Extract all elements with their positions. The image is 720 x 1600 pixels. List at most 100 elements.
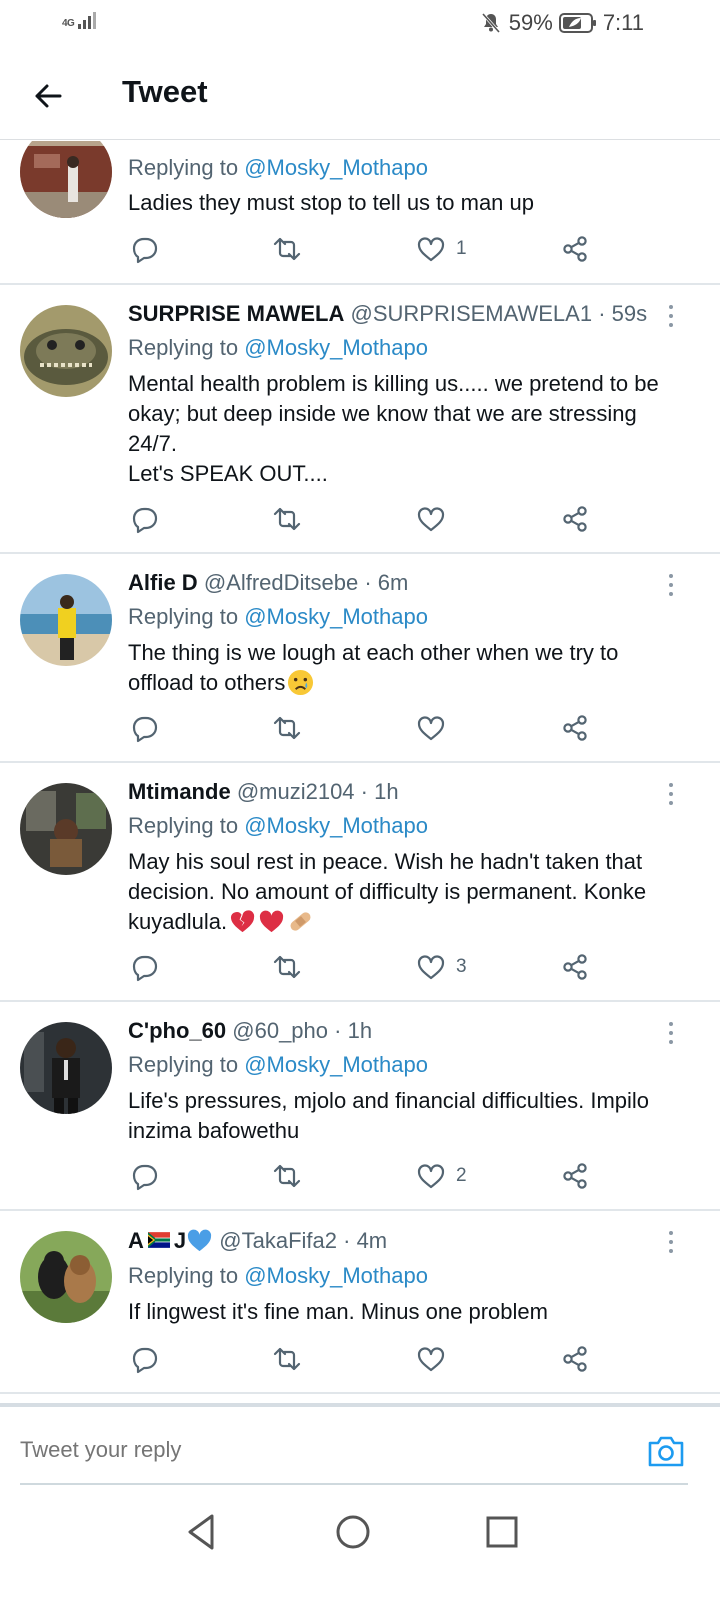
author-handle[interactable]: @SURPRISEMAWELA1 [350,301,592,326]
avatar[interactable] [20,783,112,875]
blue-heart-emoji [188,1229,212,1252]
tweet-actions: 2 [128,1158,608,1194]
reply-tweet[interactable]: SURPRISE MAWELA @SURPRISEMAWELA1 · 59s R… [0,285,720,554]
avatar[interactable] [20,1022,112,1114]
tweet-time[interactable]: 6m [378,570,409,595]
retweet-icon [273,237,301,261]
like-button[interactable]: 3 [416,949,467,985]
mention-link[interactable]: @Mosky_Mothapo [244,1263,428,1288]
author-handle[interactable]: @muzi2104 [237,779,355,804]
retweet-icon [273,955,301,979]
replying-to: Replying to @Mosky_Mothapo [128,1263,428,1289]
replies-list[interactable]: Replying to @Mosky_Mothapo Ladies they m… [0,141,720,1403]
avatar[interactable] [20,1231,112,1323]
mention-link[interactable]: @Mosky_Mothapo [244,813,428,838]
heart-icon [417,237,445,262]
reply-tweet[interactable]: Mtimande @muzi2104 · 1h Replying to @Mos… [0,763,720,1002]
retweet-button[interactable] [272,231,312,267]
reply-tweet[interactable]: Alfie D @AlfredDitsebe · 6m Replying to … [0,554,720,763]
more-options-button[interactable] [662,303,680,329]
signal-icon [78,12,96,29]
more-options-button[interactable] [662,781,680,807]
author-name[interactable]: Alfie D [128,570,198,595]
battery-percent: 59% [508,10,553,35]
tweet-text-line: May his soul rest in peace. Wish he hadn… [128,849,647,934]
tweet-text: Ladies they must stop to tell us to man … [128,188,688,218]
share-icon [563,236,587,262]
tweet-actions: 3 [128,949,608,985]
camera-icon[interactable] [646,1433,686,1469]
replying-to: Replying to @Mosky_Mothapo [128,813,428,839]
share-button[interactable] [560,231,590,267]
system-nav-bar [0,1490,720,1600]
reply-button[interactable] [130,710,160,746]
reply-tweet[interactable]: Replying to @Mosky_Mothapo Ladies they m… [0,141,720,285]
reply-button[interactable] [130,501,160,537]
tweet-time[interactable]: 1h [374,779,398,804]
tweet-time[interactable]: 59s [612,301,647,326]
more-options-button[interactable] [662,572,680,598]
author-handle[interactable]: @AlfredDitsebe [204,570,358,595]
avatar[interactable] [20,141,112,218]
reply-icon [132,1164,158,1191]
reply-icon [132,237,158,264]
author-name[interactable]: C'pho_60 [128,1018,226,1043]
reply-button[interactable] [130,949,160,985]
tweet-actions [128,501,608,537]
reply-button[interactable] [130,1158,160,1194]
network-indicator: 4G [62,12,96,29]
like-button[interactable] [416,1341,446,1377]
tweet-text-line: Ladies they must stop to tell us to man … [128,190,535,215]
retweet-button[interactable] [272,710,302,746]
share-button[interactable] [560,1341,590,1377]
retweet-button[interactable] [272,949,302,985]
tweet-actions: 1 [128,231,608,267]
author-name[interactable]: Mtimande [128,779,231,804]
author-handle[interactable]: @TakaFifa2 [219,1228,337,1253]
share-button[interactable] [560,1158,590,1194]
like-button[interactable]: 1 [416,231,467,267]
nav-back-icon[interactable] [180,1510,224,1554]
avatar[interactable] [20,574,112,666]
author-handle[interactable]: @60_pho [232,1018,328,1043]
reply-input[interactable] [20,1437,620,1463]
south-africa-flag-emoji [147,1232,170,1248]
retweet-button[interactable] [272,501,302,537]
reply-tweet[interactable]: AJ @TakaFifa2 · 4m Replying to @Mosky_Mo… [0,1211,720,1394]
share-button[interactable] [560,710,590,746]
tweet-time[interactable]: 1h [348,1018,372,1043]
tweet-header: Alfie D @AlfredDitsebe · 6m [128,570,409,595]
author-name[interactable]: SURPRISE MAWELA [128,301,344,326]
avatar[interactable] [20,305,112,397]
more-options-button[interactable] [662,1229,680,1255]
tweet-header: SURPRISE MAWELA @SURPRISEMAWELA1 · 59s [128,301,648,326]
mention-link[interactable]: @Mosky_Mothapo [244,335,428,360]
nav-home-icon[interactable] [331,1510,375,1554]
retweet-button[interactable] [272,1341,302,1377]
tweet-time[interactable]: 4m [357,1228,388,1253]
reply-composer [0,1403,720,1487]
arrow-left-icon [35,84,62,108]
more-options-button[interactable] [662,1020,680,1046]
tweet-text-line: The thing is we lough at each other when… [128,640,619,695]
like-button[interactable] [416,501,446,537]
reply-button[interactable] [130,231,170,267]
author-name[interactable]: AJ [128,1228,213,1253]
retweet-button[interactable] [272,1158,302,1194]
mention-link[interactable]: @Mosky_Mothapo [244,604,428,629]
back-button[interactable] [28,76,68,116]
reply-input-underline [20,1483,688,1485]
like-button[interactable] [416,710,446,746]
mention-link[interactable]: @Mosky_Mothapo [244,1052,428,1077]
reply-button[interactable] [130,1341,160,1377]
reply-icon [132,716,158,743]
retweet-icon [273,507,301,531]
tweet-text: The thing is we lough at each other when… [128,638,688,698]
nav-recents-icon[interactable] [480,1510,524,1554]
tweet-text: Life's pressures, mjolo and financial di… [128,1086,688,1146]
mention-link[interactable]: @Mosky_Mothapo [244,155,428,180]
share-button[interactable] [560,949,590,985]
reply-tweet[interactable]: C'pho_60 @60_pho · 1h Replying to @Mosky… [0,1002,720,1211]
share-button[interactable] [560,501,590,537]
like-button[interactable]: 2 [416,1158,467,1194]
